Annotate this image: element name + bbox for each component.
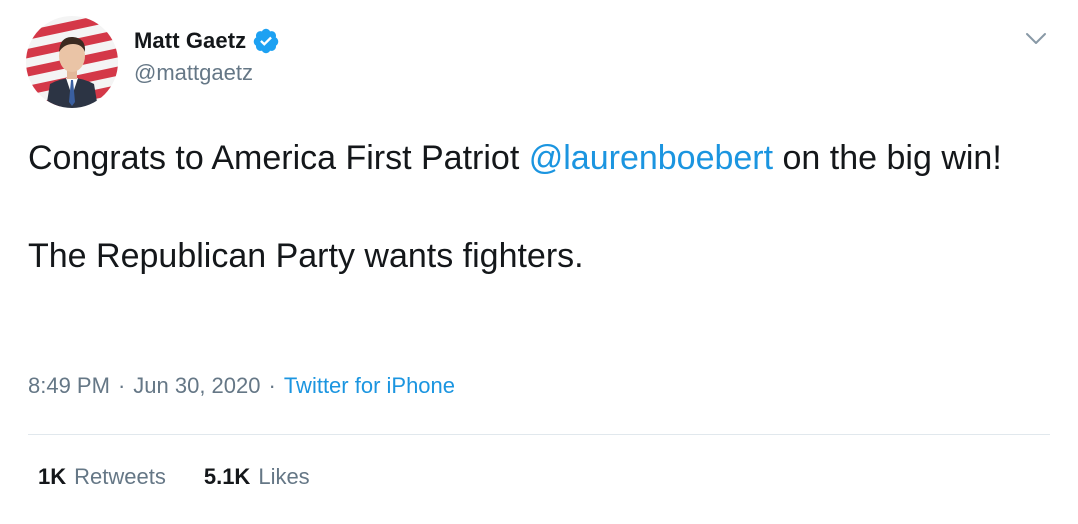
likes-stat[interactable]: 5.1K Likes — [204, 464, 310, 490]
retweets-count: 1K — [38, 464, 67, 489]
chevron-down-icon[interactable] — [1024, 26, 1048, 50]
mention-link[interactable]: @laurenboebert — [529, 139, 773, 177]
tweet-card: Matt Gaetz @mattgaetz Congrats to Americ… — [0, 0, 1078, 524]
tweet-text: Congrats to America First Patriot @laure… — [28, 134, 1048, 281]
divider — [28, 434, 1050, 435]
tweet-stats: 1K Retweets 5.1K Likes — [38, 464, 348, 490]
tweet-meta: 8:49 PM · Jun 30, 2020 · Twitter for iPh… — [28, 373, 455, 399]
tweet-source-link[interactable]: Twitter for iPhone — [284, 373, 455, 399]
retweets-stat[interactable]: 1K Retweets — [38, 464, 166, 490]
meta-separator: · — [268, 373, 276, 398]
profile-photo-icon — [26, 16, 118, 108]
verified-badge-icon — [252, 27, 280, 55]
tweet-date[interactable]: Jun 30, 2020 — [133, 373, 260, 399]
author-name-row[interactable]: Matt Gaetz — [134, 26, 280, 56]
likes-label: Likes — [258, 464, 310, 489]
tweet-text-before: Congrats to America First Patriot — [28, 139, 529, 177]
tweet-time[interactable]: 8:49 PM — [28, 373, 110, 399]
retweets-label: Retweets — [74, 464, 166, 489]
author-display-name[interactable]: Matt Gaetz — [134, 28, 246, 54]
meta-separator: · — [117, 373, 126, 398]
likes-count: 5.1K — [203, 464, 251, 489]
avatar[interactable] — [26, 16, 118, 108]
author-handle[interactable]: @mattgaetz — [134, 60, 253, 86]
